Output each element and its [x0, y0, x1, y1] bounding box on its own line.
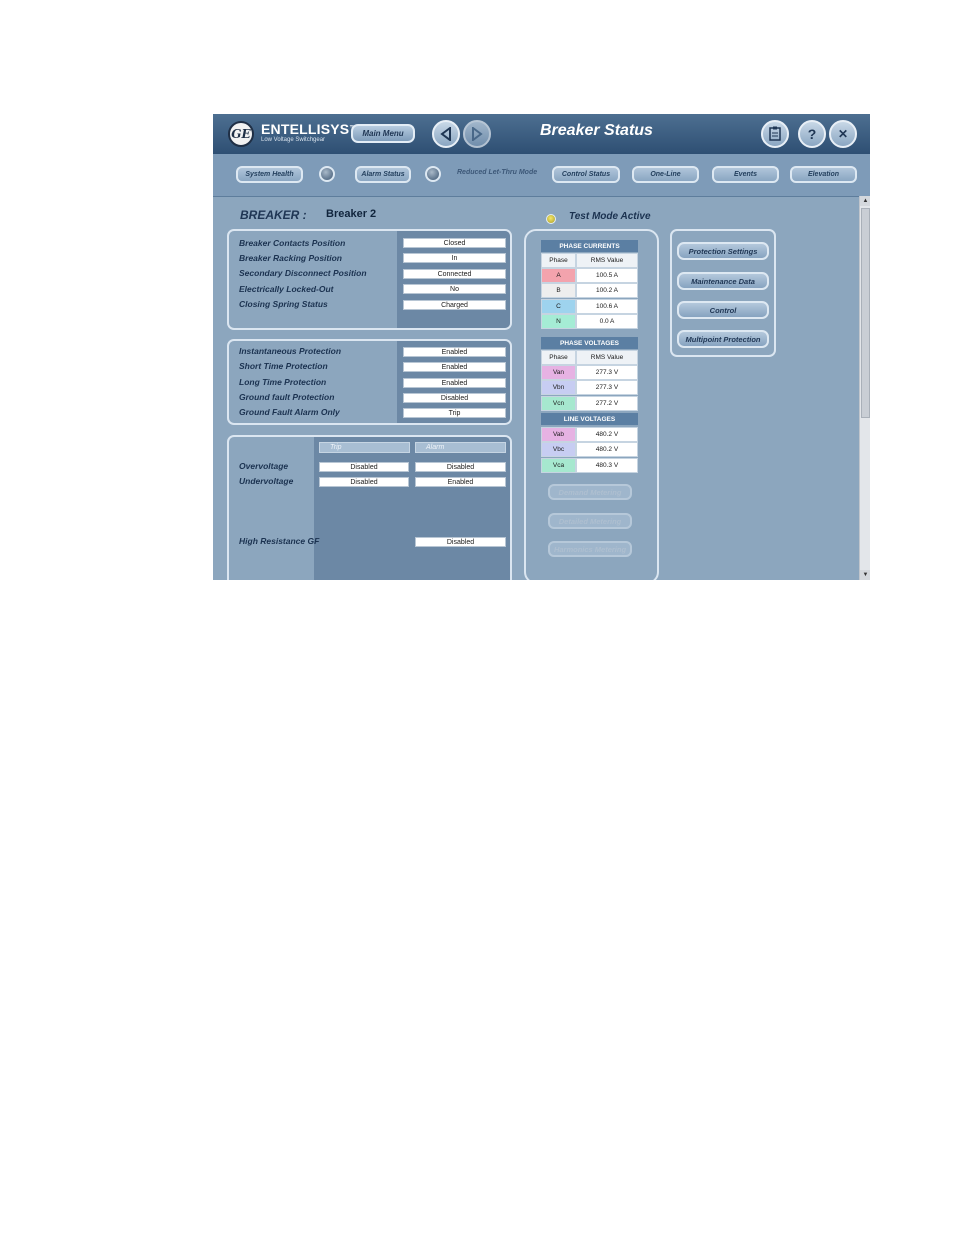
rms-value-cell: 100.6 A — [576, 299, 638, 314]
demand-metering-button[interactable]: Demand Metering — [548, 484, 632, 500]
protection-label: Instantaneous Protection — [239, 346, 342, 356]
one-line-button[interactable]: One-Line — [632, 166, 699, 183]
phase-column-header: Phase — [541, 350, 576, 365]
scroll-down-icon[interactable]: ▼ — [860, 570, 870, 580]
protection-value: Enabled — [403, 378, 506, 388]
reduced-let-thru-mode-label: Reduced Let-Thru Mode — [457, 169, 538, 176]
phase-cell: A — [541, 268, 576, 283]
protection-value: Enabled — [403, 362, 506, 372]
protection-settings-button[interactable]: Protection Settings — [677, 242, 769, 260]
phase-cell: N — [541, 314, 576, 329]
harmonics-metering-button[interactable]: Harmonics Metering — [548, 541, 632, 557]
status-value: No — [403, 284, 506, 294]
alarm-status-button[interactable]: Alarm Status — [355, 166, 411, 183]
protection-panel: Instantaneous Protection Enabled Short T… — [227, 339, 512, 425]
help-icon[interactable]: ? — [798, 120, 826, 148]
undervoltage-label: Undervoltage — [239, 476, 294, 486]
brand-subtitle: Low Voltage Switchgear — [261, 137, 326, 143]
rms-value-cell: 480.2 V — [576, 442, 638, 457]
phase-cell: C — [541, 299, 576, 314]
close-icon[interactable]: ✕ — [829, 120, 857, 148]
protection-value: Trip — [403, 408, 506, 418]
status-label: Secondary Disconnect Position — [239, 268, 367, 278]
brand-name: ENTELLISYS — [261, 121, 350, 137]
ge-logo: GE — [228, 121, 254, 147]
status-value: Connected — [403, 269, 506, 279]
line-voltages-title: LINE VOLTAGES — [541, 413, 638, 425]
rms-value-cell: 480.2 V — [576, 427, 638, 442]
multipoint-protection-button[interactable]: Multipoint Protection — [677, 330, 769, 348]
overvoltage-trip-value: Disabled — [319, 462, 409, 472]
events-button[interactable]: Events — [712, 166, 779, 183]
protection-value: Enabled — [403, 347, 506, 357]
voltage-protection-panel: Trip Alarm Overvoltage Disabled Disabled… — [227, 435, 512, 580]
breaker-status-panel: Breaker Contacts Position Closed Breaker… — [227, 229, 512, 330]
rms-value-cell: 100.2 A — [576, 283, 638, 298]
test-mode-indicator — [546, 214, 556, 224]
status-value: Closed — [403, 238, 506, 248]
phase-column-header: Phase — [541, 253, 576, 268]
test-mode-label: Test Mode Active — [569, 211, 651, 222]
phase-cell: B — [541, 283, 576, 298]
undervoltage-alarm-value: Enabled — [415, 477, 506, 487]
rms-value-cell: 100.5 A — [576, 268, 638, 283]
phase-cell: Van — [541, 365, 576, 380]
rms-value-cell: 277.3 V — [576, 380, 638, 395]
vertical-scrollbar[interactable]: ▲ ▼ — [859, 196, 870, 580]
status-label: Breaker Contacts Position — [239, 238, 346, 248]
maintenance-data-button[interactable]: Maintenance Data — [677, 272, 769, 290]
phase-cell: Vbn — [541, 380, 576, 395]
undervoltage-trip-value: Disabled — [319, 477, 409, 487]
arrow-left-icon[interactable] — [432, 120, 460, 148]
rms-value-cell: 480.3 V — [576, 458, 638, 473]
high-resistance-gf-label: High Resistance GF — [239, 536, 320, 546]
phase-currents-title: PHASE CURRENTS — [541, 240, 638, 252]
status-label: Breaker Racking Position — [239, 253, 342, 263]
status-label: Closing Spring Status — [239, 299, 328, 309]
status-value: In — [403, 253, 506, 263]
detailed-metering-button[interactable]: Detailed Metering — [548, 513, 632, 529]
brand: ENTELLISYS™ Low Voltage Switchgear — [261, 122, 357, 144]
trip-column-header: Trip — [319, 442, 410, 453]
scroll-up-icon[interactable]: ▲ — [860, 196, 870, 206]
rms-value-cell: 277.3 V — [576, 365, 638, 380]
status-label: Electrically Locked-Out — [239, 284, 334, 294]
phase-cell: Vab — [541, 427, 576, 442]
protection-label: Long Time Protection — [239, 377, 327, 387]
alarm-column-header: Alarm — [415, 442, 506, 453]
alarm-status-indicator — [425, 166, 441, 182]
breaker-name: Breaker 2 — [326, 208, 377, 220]
protection-label: Ground fault Protection — [239, 392, 335, 402]
voltage-value-column — [314, 437, 510, 580]
arrow-right-icon[interactable] — [463, 120, 491, 148]
system-health-button[interactable]: System Health — [236, 166, 303, 183]
rms-column-header: RMS Value — [576, 350, 638, 365]
system-health-indicator — [319, 166, 335, 182]
main-menu-button[interactable]: Main Menu — [351, 124, 415, 143]
control-button[interactable]: Control — [677, 301, 769, 319]
phase-cell: Vca — [541, 458, 576, 473]
protection-value: Disabled — [403, 393, 506, 403]
rms-column-header: RMS Value — [576, 253, 638, 268]
protection-label: Short Time Protection — [239, 361, 328, 371]
phase-cell: Vcn — [541, 396, 576, 411]
control-status-button[interactable]: Control Status — [552, 166, 620, 183]
overvoltage-label: Overvoltage — [239, 461, 289, 471]
header-bar: GE ENTELLISYS™ Low Voltage Switchgear Ma… — [213, 114, 870, 154]
phase-voltages-title: PHASE VOLTAGES — [541, 337, 638, 349]
overvoltage-alarm-value: Disabled — [415, 462, 506, 472]
breaker-status-window: GE ENTELLISYS™ Low Voltage Switchgear Ma… — [213, 114, 870, 580]
breaker-label: BREAKER : — [240, 208, 307, 222]
protection-label: Ground Fault Alarm Only — [239, 407, 340, 417]
page-title: Breaker Status — [540, 122, 653, 139]
phase-cell: Vbc — [541, 442, 576, 457]
high-resistance-gf-alarm-value: Disabled — [415, 537, 506, 547]
rms-value-cell: 277.2 V — [576, 396, 638, 411]
status-value: Charged — [403, 300, 506, 310]
elevation-button[interactable]: Elevation — [790, 166, 857, 183]
rms-value-cell: 0.0 A — [576, 314, 638, 329]
nav-bar: System Health Alarm Status Reduced Let-T… — [213, 154, 870, 197]
printer-icon[interactable] — [761, 120, 789, 148]
scrollbar-thumb[interactable] — [861, 208, 870, 418]
